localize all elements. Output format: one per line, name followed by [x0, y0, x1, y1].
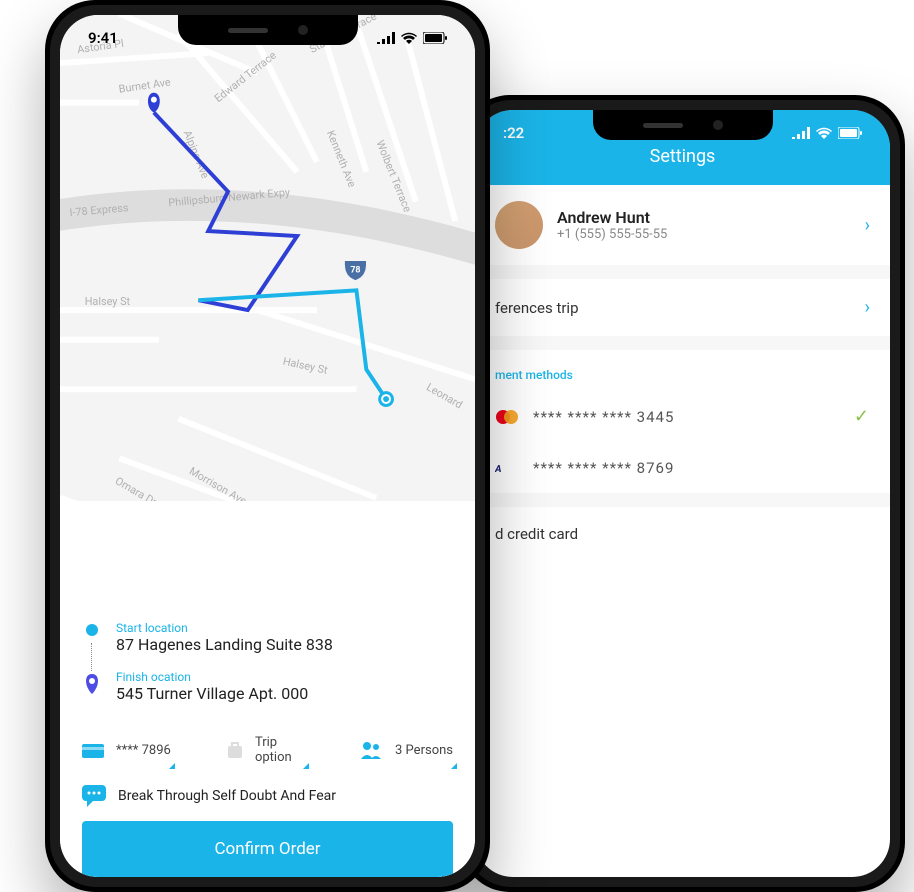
svg-text:Burnet Ave: Burnet Ave: [118, 76, 172, 96]
chevron-right-icon: ›: [865, 297, 870, 318]
payment-methods-label: ment methods: [475, 350, 890, 390]
order-panel: Start location 87 Hagenes Landing Suite …: [60, 601, 475, 877]
trip-text: Trip option: [255, 735, 305, 765]
start-label: Start location: [116, 621, 333, 635]
start-dot-icon: [85, 623, 99, 637]
start-value: 87 Hagenes Landing Suite 838: [116, 635, 333, 654]
finish-value: 545 Turner Village Apt. 000: [116, 684, 308, 703]
map[interactable]: Astoria Pl Burnet Ave Alpine Ave Edward …: [60, 15, 475, 501]
note-text: Break Through Self Doubt And Fear: [118, 788, 336, 804]
wifi-icon: [401, 32, 417, 44]
svg-text:Halsey St: Halsey St: [85, 295, 131, 308]
battery-icon: [838, 127, 862, 139]
card-row-1[interactable]: **** **** **** 3445 ✓: [475, 390, 890, 443]
card-number: **** **** **** 3445: [533, 408, 674, 426]
card-icon: [82, 741, 106, 759]
card-number: **** **** **** 8769: [533, 459, 674, 477]
payment-option[interactable]: **** 7896: [82, 735, 171, 765]
signal-icon: [792, 127, 810, 139]
wifi-icon: [816, 127, 832, 139]
status-right: [792, 127, 862, 139]
card-text: **** 7896: [116, 743, 171, 758]
options-row: **** 7896 Trip option 3 Persons: [82, 719, 453, 777]
phone-order: 9:41 Astoria Pl Burnet Ave Al: [45, 0, 490, 892]
profile-phone: +1 (555) 555-55-55: [557, 227, 667, 242]
persons-icon: [359, 741, 385, 759]
preferences-row[interactable]: ferences trip ›: [475, 279, 890, 336]
notch: [593, 110, 773, 140]
status-time: :22: [503, 124, 524, 142]
avatar: [495, 201, 543, 249]
add-card-label: d credit card: [495, 525, 578, 543]
persons-text: 3 Persons: [395, 743, 453, 758]
status-right: [377, 32, 447, 44]
card-row-2[interactable]: A **** **** **** 8769: [475, 443, 890, 493]
svg-text:Halsey St: Halsey St: [282, 355, 330, 377]
start-pin-icon: [148, 93, 160, 113]
notch: [178, 15, 358, 45]
confirm-button[interactable]: Confirm Order: [82, 821, 453, 877]
check-icon: ✓: [854, 406, 870, 427]
svg-text:Leonard: Leonard: [424, 380, 465, 411]
finish-location-row[interactable]: Finish ocation 545 Turner Village Apt. 0…: [82, 670, 453, 703]
profile-row[interactable]: Andrew Hunt +1 (555) 555-55-55 ›: [475, 185, 890, 265]
chevron-right-icon: ›: [865, 215, 870, 236]
svg-text:Alpine Ave: Alpine Ave: [181, 129, 212, 181]
mastercard-icon: [495, 409, 519, 425]
note-row[interactable]: Break Through Self Doubt And Fear: [82, 777, 453, 821]
phone-settings: :22 Settings Andrew Hunt +1 (555) 555-55…: [460, 95, 905, 892]
finish-pin-icon: [83, 672, 101, 694]
suitcase-icon: [225, 740, 245, 760]
trip-option[interactable]: Trip option: [225, 735, 305, 765]
profile-name: Andrew Hunt: [557, 208, 667, 227]
signal-icon: [377, 32, 395, 44]
chat-icon: [82, 785, 106, 807]
visa-icon: A: [495, 460, 519, 476]
map-svg: Astoria Pl Burnet Ave Alpine Ave Edward …: [60, 15, 475, 501]
svg-text:Omara Dr: Omara Dr: [113, 474, 159, 501]
status-time: 9:41: [88, 29, 118, 47]
add-card-row[interactable]: d credit card: [475, 507, 890, 561]
svg-text:A: A: [495, 464, 503, 475]
start-location-row[interactable]: Start location 87 Hagenes Landing Suite …: [82, 621, 453, 654]
svg-text:78: 78: [350, 266, 360, 276]
preferences-label: ferences trip: [495, 299, 579, 317]
finish-label: Finish ocation: [116, 670, 308, 684]
battery-icon: [423, 32, 447, 44]
persons-option[interactable]: 3 Persons: [359, 735, 453, 765]
